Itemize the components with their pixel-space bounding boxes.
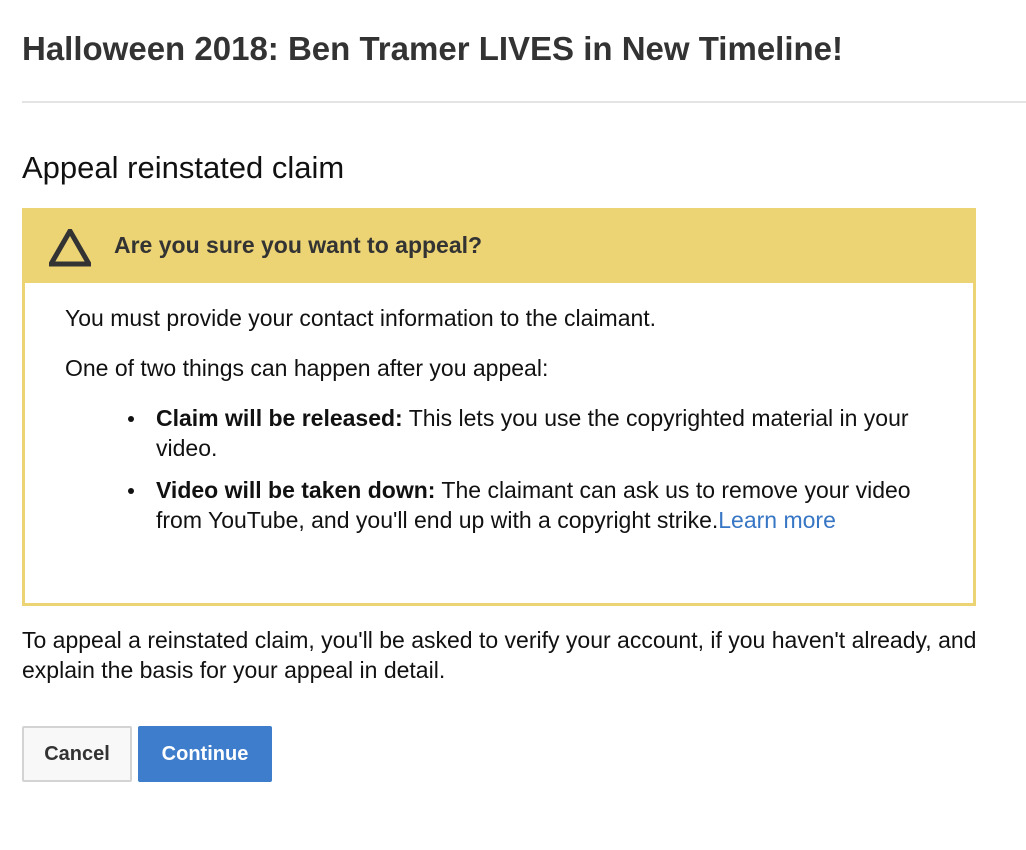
outcome-name: Claim will be released:	[156, 405, 403, 431]
title-divider	[22, 101, 1026, 103]
warning-intro: You must provide your contact informatio…	[65, 305, 657, 331]
warning-title: Are you sure you want to appeal?	[114, 232, 483, 258]
learn-more-link[interactable]: Learn more	[718, 507, 836, 533]
explanation-text: To appeal a reinstated claim, you'll be …	[22, 627, 977, 683]
warning-box: Are you sure you want to appeal? You mus…	[22, 208, 976, 606]
page-heading: Appeal reinstated claim	[22, 150, 345, 185]
outcome-name: Video will be taken down:	[156, 477, 436, 503]
warning-header: Are you sure you want to appeal?	[25, 211, 973, 283]
continue-button[interactable]: Continue	[138, 726, 272, 782]
warning-triangle-icon	[49, 229, 91, 267]
outcome-item-released: Claim will be released: This lets you us…	[128, 403, 936, 463]
outcome-item-taken-down: Video will be taken down: The claimant c…	[128, 475, 936, 535]
video-title: Halloween 2018: Ben Tramer LIVES in New …	[22, 30, 844, 67]
warning-lead: One of two things can happen after you a…	[65, 355, 549, 381]
warning-body: You must provide your contact informatio…	[65, 303, 945, 547]
cancel-button[interactable]: Cancel	[22, 726, 132, 782]
outcome-list: Claim will be released: This lets you us…	[65, 403, 945, 535]
